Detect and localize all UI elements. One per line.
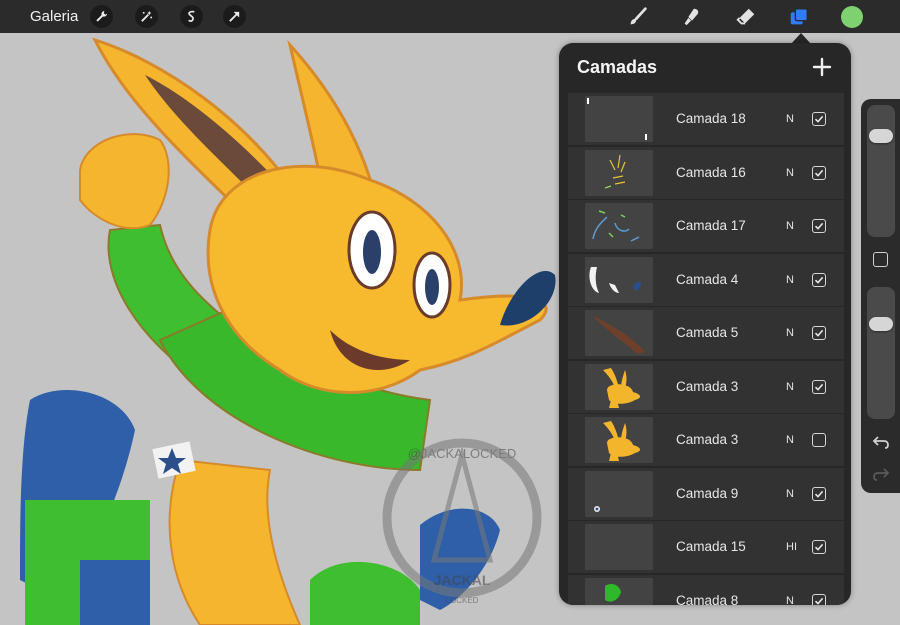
- eraser-icon[interactable]: [734, 5, 758, 29]
- watermark-handle: @JACKALOCKED: [408, 446, 517, 461]
- layer-list[interactable]: Camada 18 N Camada 16 N Camada 17 N Camada 4NC…: [568, 93, 844, 605]
- blend-mode-button[interactable]: N: [786, 147, 794, 199]
- layers-panel: Camadas Camada 18 N Camada 16 N Camada 17 N Ca…: [559, 43, 851, 605]
- gallery-button[interactable]: Galeria: [30, 0, 78, 33]
- magic-wand-icon[interactable]: [135, 5, 158, 28]
- layer-name: Camada 18: [676, 111, 746, 126]
- layer-row[interactable]: Camada 17 N: [568, 200, 844, 252]
- layer-thumbnail[interactable]: [585, 96, 653, 142]
- layer-thumbnail[interactable]: [585, 470, 653, 517]
- top-toolbar: Galeria: [0, 0, 900, 33]
- layer-row[interactable]: Camada 4 N: [568, 253, 844, 306]
- layer-row[interactable]: Camada 9 N: [568, 467, 844, 520]
- layer-thumbnail[interactable]: [585, 149, 653, 196]
- layer-name: Camada 3: [676, 378, 739, 394]
- layer-thumbnail[interactable]: [585, 363, 653, 410]
- visibility-checkbox[interactable]: [812, 379, 826, 394]
- panel-title: Camadas: [577, 57, 658, 77]
- visibility-checkbox[interactable]: [812, 272, 826, 287]
- layer-name: Camada 4: [676, 271, 739, 287]
- visibility-checkbox[interactable]: [812, 433, 826, 447]
- square-modify-icon[interactable]: [873, 252, 888, 267]
- layer-thumbnail[interactable]: [585, 256, 653, 303]
- layer-name: Camada 17: [676, 218, 746, 233]
- blend-mode-button[interactable]: N: [786, 93, 794, 145]
- layer-name: Camada 8: [676, 592, 739, 606]
- visibility-checkbox[interactable]: [812, 112, 826, 126]
- layer-name: Camada 16: [676, 164, 746, 180]
- transform-arrow-icon[interactable]: [223, 5, 246, 28]
- layer-row[interactable]: Camada 18 N: [568, 93, 844, 145]
- layer-thumbnail[interactable]: [585, 203, 653, 249]
- blend-mode-button[interactable]: N: [786, 468, 794, 520]
- layer-row[interactable]: Camada 3 N: [568, 414, 844, 466]
- blend-mode-button[interactable]: HI: [786, 521, 797, 573]
- visibility-checkbox[interactable]: [812, 540, 826, 554]
- layer-name: Camada 3: [676, 432, 739, 447]
- watermark-brand: JACKAL: [434, 572, 491, 588]
- layer-row[interactable]: Camada 3 N: [568, 360, 844, 413]
- opacity-slider[interactable]: [867, 287, 895, 419]
- layers-icon[interactable]: [787, 5, 811, 29]
- layer-thumbnail[interactable]: [585, 417, 653, 463]
- right-sidebar: [861, 99, 900, 493]
- blend-mode-button[interactable]: N: [786, 200, 794, 252]
- layer-thumbnail[interactable]: [585, 524, 653, 570]
- visibility-checkbox[interactable]: [812, 593, 826, 605]
- layer-name: Camada 9: [676, 485, 739, 501]
- visibility-checkbox[interactable]: [812, 219, 826, 233]
- layer-name: Camada 15: [676, 539, 746, 554]
- layer-thumbnail[interactable]: [585, 310, 653, 356]
- blend-mode-button[interactable]: N: [786, 361, 794, 413]
- color-picker[interactable]: [841, 6, 863, 28]
- layer-name: Camada 5: [676, 325, 739, 340]
- visibility-checkbox[interactable]: [812, 326, 826, 340]
- visibility-checkbox[interactable]: [812, 165, 826, 180]
- layer-row[interactable]: Camada 5 N: [568, 307, 844, 359]
- plus-icon[interactable]: [811, 56, 833, 78]
- blend-mode-button[interactable]: N: [786, 414, 794, 466]
- brush-icon[interactable]: [626, 5, 650, 29]
- wrench-icon[interactable]: [90, 5, 113, 28]
- brush-size-thumb[interactable]: [869, 128, 893, 143]
- layer-row[interactable]: Camada 16 N: [568, 146, 844, 199]
- layer-thumbnail[interactable]: [585, 577, 653, 605]
- layer-row[interactable]: Camada 8 N: [568, 574, 844, 606]
- undo-icon[interactable]: [872, 433, 890, 451]
- layer-row[interactable]: Camada 15 HI: [568, 521, 844, 573]
- redo-icon[interactable]: [872, 465, 890, 483]
- blend-mode-button[interactable]: N: [786, 575, 794, 606]
- watermark-sub: LOCKED: [446, 596, 479, 605]
- opacity-thumb[interactable]: [869, 316, 893, 331]
- visibility-checkbox[interactable]: [812, 486, 826, 501]
- blend-mode-button[interactable]: N: [786, 254, 794, 306]
- smudge-icon[interactable]: [680, 5, 704, 29]
- selection-icon[interactable]: [180, 5, 203, 28]
- brush-size-slider[interactable]: [867, 105, 895, 237]
- blend-mode-button[interactable]: N: [786, 307, 794, 359]
